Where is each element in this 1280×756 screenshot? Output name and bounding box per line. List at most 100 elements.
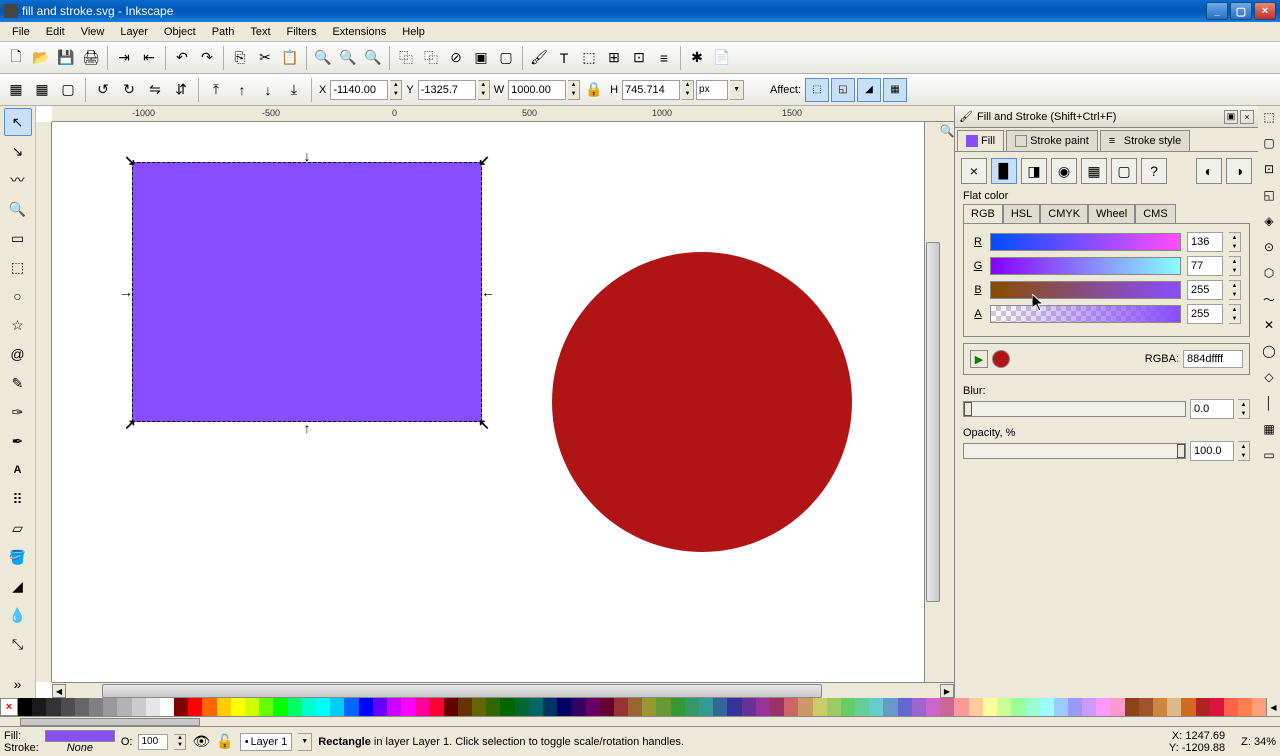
lock-layer-icon[interactable]: 🔓 xyxy=(216,733,233,750)
affect-stroke-icon[interactable]: ⬚ xyxy=(805,78,829,102)
snap-edge-icon[interactable]: ⊡ xyxy=(1260,160,1278,178)
layer-dropdown-icon[interactable]: ▼ xyxy=(298,733,312,751)
zoom-selection-icon[interactable]: 🔍 xyxy=(311,46,335,70)
out-of-gamut-icon[interactable] xyxy=(992,350,1010,368)
palette-swatch[interactable] xyxy=(827,698,841,716)
resize-handle-s[interactable]: ↑ xyxy=(302,423,312,433)
close-button[interactable]: × xyxy=(1254,2,1276,20)
palette-swatch[interactable] xyxy=(1040,698,1054,716)
y-spinner[interactable]: ▲▼ xyxy=(478,80,490,100)
palette-swatch[interactable] xyxy=(997,698,1011,716)
paste-icon[interactable]: 📋 xyxy=(278,46,302,70)
palette-swatch[interactable] xyxy=(1025,698,1039,716)
zoom-tool-icon[interactable]: 🔍 xyxy=(4,195,32,223)
palette-swatch[interactable] xyxy=(883,698,897,716)
tab-stroke-paint[interactable]: Stroke paint xyxy=(1006,130,1098,151)
palette-swatch[interactable] xyxy=(742,698,756,716)
spray-tool-icon[interactable]: ⠿ xyxy=(4,485,32,513)
calligraphy-tool-icon[interactable]: ✒ xyxy=(4,427,32,455)
rectangle-object[interactable]: ↘ ↓ ↙ → ← ↗ ↑ ↖ xyxy=(132,162,482,422)
palette-swatch[interactable] xyxy=(472,698,486,716)
raise-top-icon[interactable]: ⤒ xyxy=(204,78,228,102)
cut-icon[interactable]: ✂ xyxy=(253,46,277,70)
palette-swatch[interactable] xyxy=(855,698,869,716)
blur-spinner[interactable]: ▲▼ xyxy=(1238,399,1250,419)
palette-swatch[interactable] xyxy=(188,698,202,716)
w-input[interactable] xyxy=(508,80,566,100)
star-tool-icon[interactable]: ☆ xyxy=(4,311,32,339)
paint-linear-icon[interactable]: ◨ xyxy=(1021,158,1047,184)
snap-enable-icon[interactable]: ⬚ xyxy=(1260,108,1278,126)
maximize-button[interactable]: ▢ xyxy=(1230,2,1252,20)
rotate-cw-icon[interactable]: ↻ xyxy=(117,78,141,102)
palette-swatch[interactable] xyxy=(1096,698,1110,716)
palette-swatch[interactable] xyxy=(869,698,883,716)
g-input[interactable] xyxy=(1187,256,1223,276)
snap-corner-icon[interactable]: ◱ xyxy=(1260,186,1278,204)
palette-swatch[interactable] xyxy=(373,698,387,716)
pencil-tool-icon[interactable]: ✎ xyxy=(4,369,32,397)
paint-none-icon[interactable]: × xyxy=(961,158,987,184)
menu-object[interactable]: Object xyxy=(156,24,204,40)
ungroup-icon[interactable]: ▢ xyxy=(494,46,518,70)
palette-swatch[interactable] xyxy=(954,698,968,716)
select-all-layers-icon[interactable]: ▦ xyxy=(30,78,54,102)
copy-icon[interactable]: ⎘ xyxy=(228,46,252,70)
paint-flat-icon[interactable]: ▉ xyxy=(991,158,1017,184)
open-icon[interactable]: 📂 xyxy=(29,46,53,70)
scroll-left-icon[interactable]: ◀ xyxy=(52,684,66,698)
palette-swatch[interactable] xyxy=(174,698,188,716)
affect-corners-icon[interactable]: ◱ xyxy=(831,78,855,102)
3dbox-tool-icon[interactable]: ⬚ xyxy=(4,253,32,281)
panel-close-icon[interactable]: × xyxy=(1240,110,1254,124)
canvas[interactable]: ↘ ↓ ↙ → ← ↗ ↑ ↖ xyxy=(52,122,924,682)
zoom-icon[interactable]: 🔍 xyxy=(940,124,955,138)
unlink-icon[interactable]: ⊘ xyxy=(444,46,468,70)
transform-icon[interactable]: ⊡ xyxy=(627,46,651,70)
tab-fill[interactable]: Fill xyxy=(957,130,1004,151)
import-icon[interactable]: ⇥ xyxy=(112,46,136,70)
g-spinner[interactable]: ▲▼ xyxy=(1229,256,1241,276)
menu-filters[interactable]: Filters xyxy=(279,24,325,40)
snap-guide-icon[interactable]: │ xyxy=(1260,394,1278,412)
palette-swatch[interactable] xyxy=(770,698,784,716)
xml-icon[interactable]: ⬚ xyxy=(577,46,601,70)
palette-swatch[interactable] xyxy=(557,698,571,716)
resize-handle-w[interactable]: → xyxy=(121,287,131,297)
text-tool-icon[interactable]: A xyxy=(4,456,32,484)
palette-swatch[interactable] xyxy=(458,698,472,716)
palette-swatch[interactable] xyxy=(1153,698,1167,716)
connector-tool-icon[interactable]: ⤡ xyxy=(4,630,32,658)
palette-scrollbar[interactable] xyxy=(0,716,1280,726)
status-fill-swatch[interactable] xyxy=(45,730,115,742)
palette-swatch[interactable] xyxy=(316,698,330,716)
zoom-page-icon[interactable]: 🔍 xyxy=(361,46,385,70)
palette-swatch[interactable] xyxy=(813,698,827,716)
palette-swatch[interactable] xyxy=(1011,698,1025,716)
export-icon[interactable]: ⇤ xyxy=(137,46,161,70)
palette-swatch[interactable] xyxy=(429,698,443,716)
palette-swatch[interactable] xyxy=(515,698,529,716)
palette-swatch[interactable] xyxy=(1110,698,1124,716)
new-icon[interactable]: 🗋 xyxy=(4,46,28,70)
prefs-icon[interactable]: ✱ xyxy=(685,46,709,70)
snap-intersection-icon[interactable]: ✕ xyxy=(1260,316,1278,334)
status-opacity-input[interactable] xyxy=(138,734,168,750)
snap-midpoint-icon[interactable]: ◈ xyxy=(1260,212,1278,230)
snap-grid-icon[interactable]: ▦ xyxy=(1260,420,1278,438)
layers-icon[interactable]: ≡ xyxy=(652,46,676,70)
layer-selector[interactable]: •Layer 1 xyxy=(240,733,293,751)
snap-cusp-icon[interactable]: ◇ xyxy=(1260,368,1278,386)
palette-swatch[interactable] xyxy=(586,698,600,716)
palette-swatch[interactable] xyxy=(75,698,89,716)
minimize-button[interactable]: _ xyxy=(1206,2,1228,20)
menu-edit[interactable]: Edit xyxy=(38,24,73,40)
palette-swatch[interactable] xyxy=(628,698,642,716)
b-input[interactable] xyxy=(1187,280,1223,300)
b-slider[interactable] xyxy=(990,281,1181,299)
resize-handle-sw[interactable]: ↗ xyxy=(125,419,135,429)
colortab-cms[interactable]: CMS xyxy=(1135,204,1175,223)
r-spinner[interactable]: ▲▼ xyxy=(1229,232,1241,252)
opacity-slider[interactable] xyxy=(963,443,1186,459)
resize-handle-nw[interactable]: ↘ xyxy=(125,155,135,165)
